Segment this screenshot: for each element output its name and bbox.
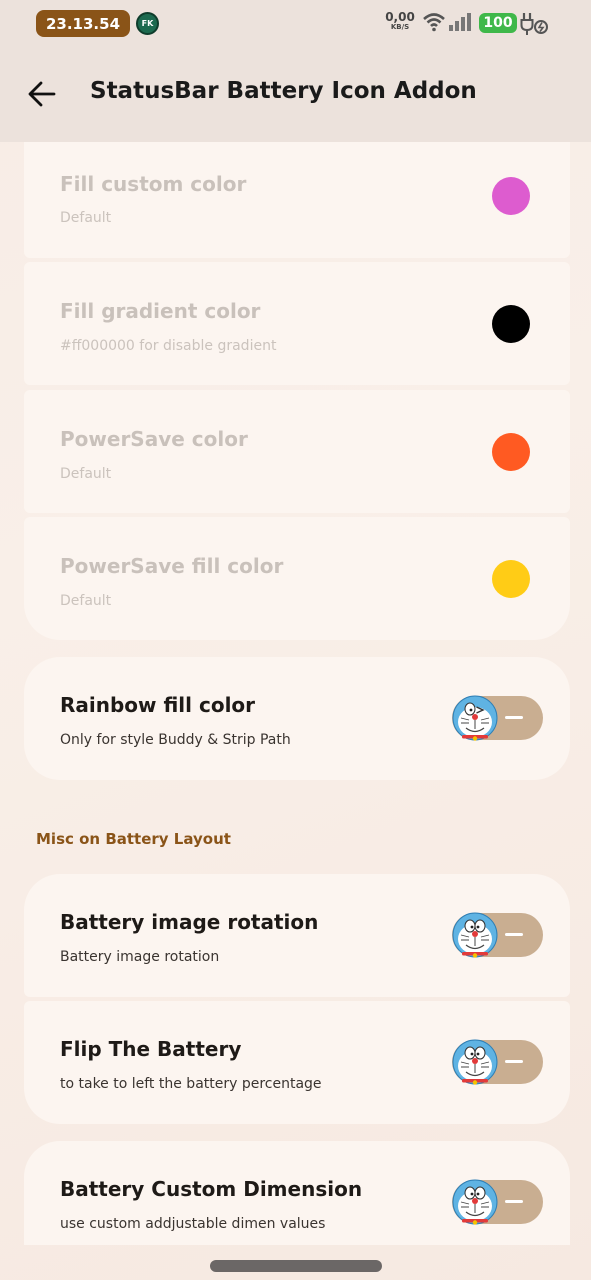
flip-battery-toggle[interactable] <box>452 1039 543 1085</box>
page-title: StatusBar Battery Icon Addon <box>90 78 477 104</box>
battery-level-indicator: 100 <box>479 13 517 33</box>
back-arrow-icon[interactable] <box>26 80 58 108</box>
setting-fill-gradient-color[interactable]: Fill gradient color #ff000000 for disabl… <box>24 262 570 385</box>
setting-title: PowerSave fill color <box>60 554 284 578</box>
doraemon-toggle-knob-icon <box>452 1179 498 1225</box>
setting-rainbow-fill-color[interactable]: Rainbow fill color Only for style Buddy … <box>24 657 570 780</box>
cellular-signal-icon <box>449 13 471 31</box>
setting-battery-custom-dimension[interactable]: Battery Custom Dimension use custom addj… <box>24 1141 570 1245</box>
color-swatch[interactable] <box>492 433 530 471</box>
status-bar: 23.13.54 FK 0,00 KB/S 100 <box>0 0 591 46</box>
charging-plug-icon <box>520 13 548 35</box>
setting-subtitle: to take to left the battery percentage <box>60 1076 322 1092</box>
section-header-misc: Misc on Battery Layout <box>36 830 231 848</box>
rainbow-fill-toggle[interactable] <box>452 695 543 741</box>
setting-subtitle: Battery image rotation <box>60 949 220 965</box>
setting-subtitle: #ff000000 for disable gradient <box>60 338 277 354</box>
setting-subtitle: Default <box>60 593 112 609</box>
network-speed-value: 0,00 <box>385 10 415 24</box>
setting-subtitle: Default <box>60 466 112 482</box>
toggle-off-indicator <box>505 1060 523 1063</box>
app-bar: StatusBar Battery Icon Addon <box>0 46 591 142</box>
doraemon-toggle-knob-icon <box>452 1039 498 1085</box>
toggle-off-indicator <box>505 933 523 936</box>
setting-flip-the-battery[interactable]: Flip The Battery to take to left the bat… <box>24 1001 570 1124</box>
gesture-nav-handle[interactable] <box>210 1260 382 1272</box>
toggle-off-indicator <box>505 716 523 719</box>
network-speed-unit: KB/S <box>390 23 410 31</box>
toggle-off-indicator <box>505 1200 523 1203</box>
setting-fill-custom-color[interactable]: Fill custom color Default <box>24 142 570 258</box>
color-swatch[interactable] <box>492 560 530 598</box>
setting-subtitle: Only for style Buddy & Strip Path <box>60 732 291 748</box>
setting-title: Battery image rotation <box>60 910 319 934</box>
doraemon-toggle-knob-icon <box>452 912 498 958</box>
doraemon-toggle-knob-icon <box>452 695 498 741</box>
setting-battery-image-rotation[interactable]: Battery image rotation Battery image rot… <box>24 874 570 997</box>
setting-powersave-color[interactable]: PowerSave color Default <box>24 390 570 513</box>
setting-title: Fill custom color <box>60 172 247 196</box>
color-swatch[interactable] <box>492 177 530 215</box>
setting-title: Flip The Battery <box>60 1037 242 1061</box>
setting-subtitle: Default <box>60 210 112 226</box>
setting-title: Battery Custom Dimension <box>60 1177 363 1201</box>
setting-title: PowerSave color <box>60 427 248 451</box>
color-swatch[interactable] <box>492 305 530 343</box>
setting-title: Rainbow fill color <box>60 693 256 717</box>
battery-rotation-toggle[interactable] <box>452 912 543 958</box>
app-notification-icon: FK <box>136 12 159 35</box>
setting-subtitle: use custom addjustable dimen values <box>60 1216 326 1232</box>
setting-powersave-fill-color[interactable]: PowerSave fill color Default <box>24 517 570 640</box>
network-speed: 0,00 KB/S <box>385 11 415 32</box>
setting-title: Fill gradient color <box>60 299 261 323</box>
wifi-icon <box>423 13 445 32</box>
clock: 23.13.54 <box>36 10 130 37</box>
custom-dimension-toggle[interactable] <box>452 1179 543 1225</box>
